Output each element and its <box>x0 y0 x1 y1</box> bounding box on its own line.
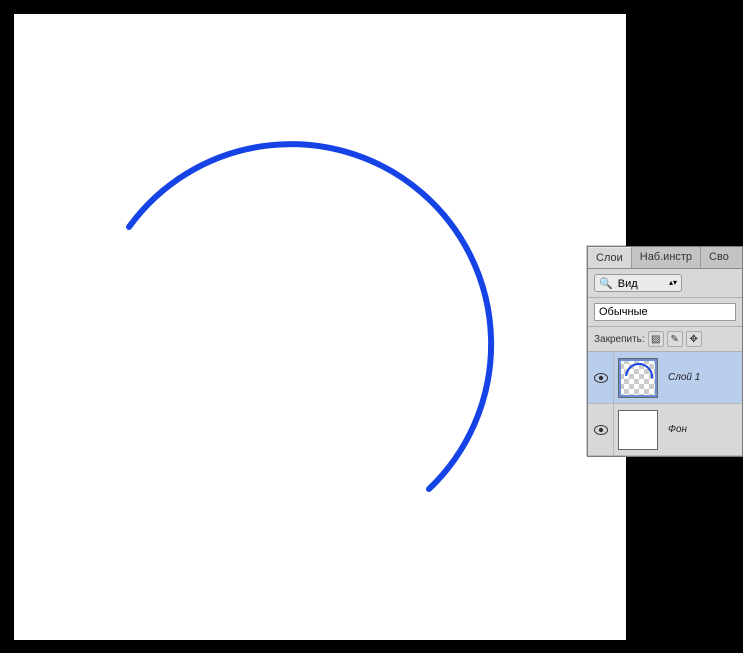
layer-thumbnail[interactable] <box>614 406 662 454</box>
layer-row[interactable]: Фон <box>588 404 742 456</box>
eye-icon <box>594 425 608 435</box>
layer-name: Фон <box>662 424 687 435</box>
lock-transparency-icon[interactable]: ▨ <box>648 331 664 347</box>
lock-move-icon[interactable]: ✥ <box>686 331 702 347</box>
blend-mode-select[interactable] <box>594 303 736 321</box>
tab-properties[interactable]: Сво <box>701 247 742 268</box>
updown-icon: ▴▾ <box>669 279 677 287</box>
canvas[interactable] <box>14 14 626 640</box>
lock-label: Закрепить: <box>594 334 645 345</box>
blend-row <box>588 298 742 327</box>
eye-icon <box>594 373 608 383</box>
search-icon: 🔍 <box>599 278 613 290</box>
layer-row[interactable]: Слой 1 <box>588 352 742 404</box>
layers-panel: Слои Наб.инстр Сво 🔍 Вид ▴▾ Закрепить: ▨… <box>587 246 743 457</box>
filter-row: 🔍 Вид ▴▾ <box>588 269 742 298</box>
arc-path <box>129 144 491 489</box>
layer-thumbnail[interactable] <box>614 354 662 402</box>
lock-row: Закрепить: ▨ ✎ ✥ <box>588 327 742 352</box>
tab-layers[interactable]: Слои <box>588 247 632 268</box>
tab-tools[interactable]: Наб.инстр <box>632 247 701 268</box>
layers-list: Слой 1 Фон <box>588 352 742 456</box>
lock-brush-icon[interactable]: ✎ <box>667 331 683 347</box>
visibility-toggle[interactable] <box>588 404 614 455</box>
layer-name: Слой 1 <box>662 372 700 383</box>
visibility-toggle[interactable] <box>588 352 614 403</box>
filter-label: Вид <box>618 278 638 290</box>
filter-kind-select[interactable]: 🔍 Вид ▴▾ <box>594 274 682 292</box>
panel-tabs: Слои Наб.инстр Сво <box>588 247 742 269</box>
